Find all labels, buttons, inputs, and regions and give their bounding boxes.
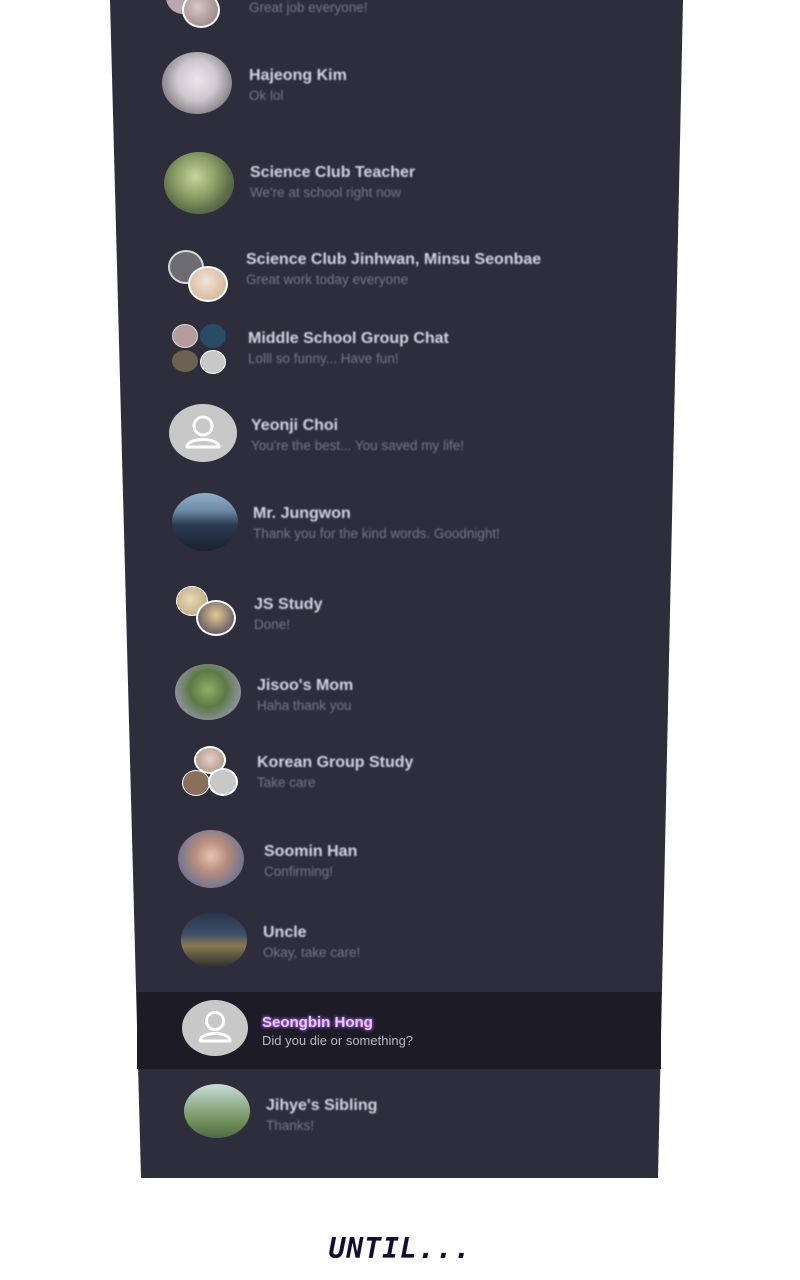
chat-row-yeonji-choi[interactable]: Yeonji Choi You're the best... You saved… <box>169 404 649 474</box>
chat-last-message: Great work today everyone <box>246 272 409 287</box>
chat-name: Mr. Jungwon <box>253 505 351 522</box>
chat-name: JS Study <box>254 596 323 613</box>
chat-last-message: Thanks! <box>266 1118 315 1133</box>
chat-row-hajeong-kim[interactable]: Hajeong Kim Ok lol <box>162 50 642 120</box>
avatar-photo <box>172 324 198 348</box>
chat-last-message: Thank you for the kind words. Goodnight! <box>253 526 500 541</box>
avatar-photo <box>196 600 236 636</box>
chat-last-message: Lolll so funny... Have fun! <box>248 351 399 366</box>
chat-name: Hajeong Kim <box>249 67 347 84</box>
avatar <box>184 1084 250 1138</box>
chat-row-jisoos-mom[interactable]: Jisoo's Mom Haha thank you <box>175 664 655 734</box>
avatar <box>162 52 232 114</box>
group-avatar <box>180 744 242 800</box>
chat-last-message: Okay, take care! <box>263 945 361 960</box>
chat-name: Seongbin Hong <box>262 1014 373 1031</box>
chat-row-group-top[interactable]: Great job everyone! <box>160 0 640 50</box>
chat-name: Yeonji Choi <box>251 417 339 434</box>
group-avatar <box>160 0 240 30</box>
chat-name: Soomin Han <box>264 843 358 860</box>
avatar-photo <box>208 768 238 796</box>
avatar <box>181 912 247 968</box>
avatar-photo <box>182 770 210 796</box>
chat-name: Jisoo's Mom <box>257 677 354 694</box>
group-avatar <box>174 584 238 640</box>
avatar <box>175 664 241 720</box>
avatar-photo <box>182 0 220 28</box>
chat-name: Science Club Teacher <box>250 164 416 181</box>
chat-name: Middle School Group Chat <box>248 330 449 347</box>
chat-last-message: Done! <box>254 617 291 632</box>
avatar <box>164 152 234 214</box>
chat-name: Science Club Jinhwan, Minsu Seonbae <box>246 251 542 268</box>
chat-last-message: Confirming! <box>264 864 334 879</box>
chat-last-message: Did you die or something? <box>262 1033 414 1048</box>
chat-last-message: Take care <box>257 775 316 790</box>
avatar-photo <box>172 350 198 372</box>
avatar-photo <box>200 350 226 374</box>
chat-last-message: Great job everyone! <box>249 0 368 15</box>
chat-row-mr-jungwon[interactable]: Mr. Jungwon Thank you for the kind words… <box>172 493 652 563</box>
chat-row-science-club-teacher[interactable]: Science Club Teacher We're at school rig… <box>164 150 644 220</box>
chat-row-uncle[interactable]: Uncle Okay, take care! <box>181 912 661 982</box>
chat-row-science-club-group[interactable]: Science Club Jinhwan, Minsu Seonbae Grea… <box>166 248 646 318</box>
chat-last-message: You're the best... You saved my life! <box>251 438 464 453</box>
default-avatar-icon <box>182 1000 248 1056</box>
chat-row-korean-group-study[interactable]: Korean Group Study Take care <box>180 744 660 814</box>
avatar <box>178 830 244 888</box>
chat-row-middle-school-group[interactable]: Middle School Group Chat Lolll so funny.… <box>170 322 650 392</box>
chat-row-seongbin-hong[interactable]: Seongbin Hong Did you die or something? <box>182 1000 660 1070</box>
chat-name: Korean Group Study <box>257 754 414 771</box>
chat-row-jihyes-sibling[interactable]: Jihye's Sibling Thanks! <box>184 1084 654 1154</box>
chat-last-message: Ok lol <box>249 88 284 103</box>
avatar-photo <box>200 324 226 348</box>
group-avatar <box>170 322 230 376</box>
chat-name: Uncle <box>263 924 307 941</box>
chat-name: Jihye's Sibling <box>266 1097 378 1114</box>
person-icon <box>185 415 221 449</box>
chat-last-message: We're at school right now <box>250 185 401 200</box>
caption-text: UNTIL... <box>328 1232 472 1265</box>
person-icon <box>198 1011 232 1043</box>
default-avatar-icon <box>169 404 237 462</box>
avatar-photo <box>188 266 228 302</box>
chat-last-message: Haha thank you <box>257 698 352 713</box>
chat-row-js-study[interactable]: JS Study Done! <box>174 584 654 654</box>
chat-row-soomin-han[interactable]: Soomin Han Confirming! <box>178 830 658 900</box>
group-avatar <box>166 248 232 304</box>
avatar <box>172 493 238 551</box>
